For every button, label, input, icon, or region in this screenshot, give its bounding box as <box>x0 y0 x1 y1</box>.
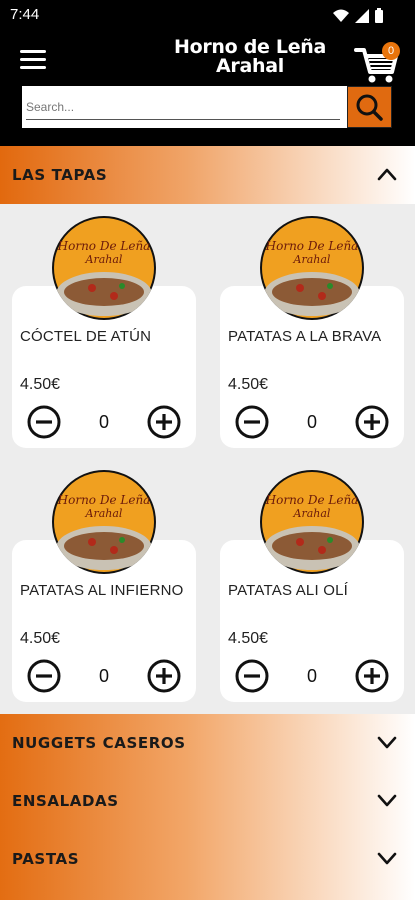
minus-icon[interactable] <box>26 658 62 694</box>
product-name: PATATAS A LA BRAVA <box>228 328 382 345</box>
search-icon <box>356 94 383 121</box>
search-bar <box>22 86 392 128</box>
product-name: PATATAS ALI OLÍ <box>228 582 348 599</box>
svg-text:Horno De Leña: Horno De Leña <box>265 493 359 507</box>
plus-icon[interactable] <box>354 658 390 694</box>
product-image: Horno De Leña Arahal <box>52 470 156 574</box>
quantity-value: 0 <box>306 412 317 432</box>
product-image: Horno De Leña Arahal <box>260 470 364 574</box>
section-header-ensaladas[interactable]: ENSALADAS <box>0 772 415 830</box>
minus-icon[interactable] <box>234 658 270 694</box>
minus-icon[interactable] <box>26 404 62 440</box>
section-title: NUGGETS CASEROS <box>12 734 186 752</box>
product-price: 4.50€ <box>20 376 61 393</box>
app-title: Horno de Leña Arahal <box>140 38 360 76</box>
svg-text:Horno De Leña: Horno De Leña <box>265 239 359 253</box>
product-image: Horno De Leña Arahal <box>52 216 156 320</box>
chevron-up-icon <box>377 168 397 181</box>
app-header: Horno de Leña Arahal 0 <box>0 32 415 146</box>
section-header-pastas[interactable]: PASTAS <box>0 830 415 888</box>
svg-text:Arahal: Arahal <box>293 507 331 520</box>
svg-text:Arahal: Arahal <box>85 507 123 520</box>
chevron-down-icon <box>377 794 397 807</box>
product-name: PATATAS AL INFIERNO <box>20 582 184 599</box>
plus-icon[interactable] <box>146 658 182 694</box>
svg-text:Arahal: Arahal <box>85 253 123 266</box>
product-price: 4.50€ <box>228 376 269 393</box>
signal-icon <box>355 8 369 23</box>
status-bar: 7:44 <box>0 0 415 32</box>
minus-icon[interactable] <box>234 404 270 440</box>
section-body-las-tapas: CÓCTEL DE ATÚN 4.50€ 0 Horno De Leña Ara… <box>0 204 415 714</box>
status-icons <box>333 8 383 23</box>
battery-icon <box>375 8 383 23</box>
product-price: 4.50€ <box>20 630 61 647</box>
chevron-down-icon <box>377 736 397 749</box>
cart-count-badge: 0 <box>382 42 400 60</box>
plus-icon[interactable] <box>354 404 390 440</box>
section-header-las-tapas[interactable]: LAS TAPAS <box>0 146 415 204</box>
plus-icon[interactable] <box>146 404 182 440</box>
svg-text:Horno De Leña: Horno De Leña <box>57 239 151 253</box>
quantity-value: 0 <box>98 666 109 686</box>
search-button[interactable] <box>347 86 392 128</box>
svg-text:Horno De Leña: Horno De Leña <box>57 493 151 507</box>
section-title: ENSALADAS <box>12 792 119 810</box>
collapsed-sections: NUGGETS CASEROS ENSALADAS PASTAS <box>0 714 415 900</box>
status-time: 7:44 <box>10 6 40 23</box>
search-input[interactable] <box>26 94 340 120</box>
section-title: PASTAS <box>12 850 80 868</box>
app-title-line2: Arahal <box>216 55 284 77</box>
quantity-value: 0 <box>98 412 109 432</box>
chevron-down-icon <box>377 852 397 865</box>
section-header-nuggets-caseros[interactable]: NUGGETS CASEROS <box>0 714 415 772</box>
svg-text:Arahal: Arahal <box>293 253 331 266</box>
menu-icon[interactable] <box>20 50 46 72</box>
section-title: LAS TAPAS <box>12 166 108 184</box>
product-price: 4.50€ <box>228 630 269 647</box>
product-image: Horno De Leña Arahal <box>260 216 364 320</box>
wifi-icon <box>333 9 349 22</box>
quantity-value: 0 <box>306 666 317 686</box>
product-name: CÓCTEL DE ATÚN <box>20 328 152 345</box>
